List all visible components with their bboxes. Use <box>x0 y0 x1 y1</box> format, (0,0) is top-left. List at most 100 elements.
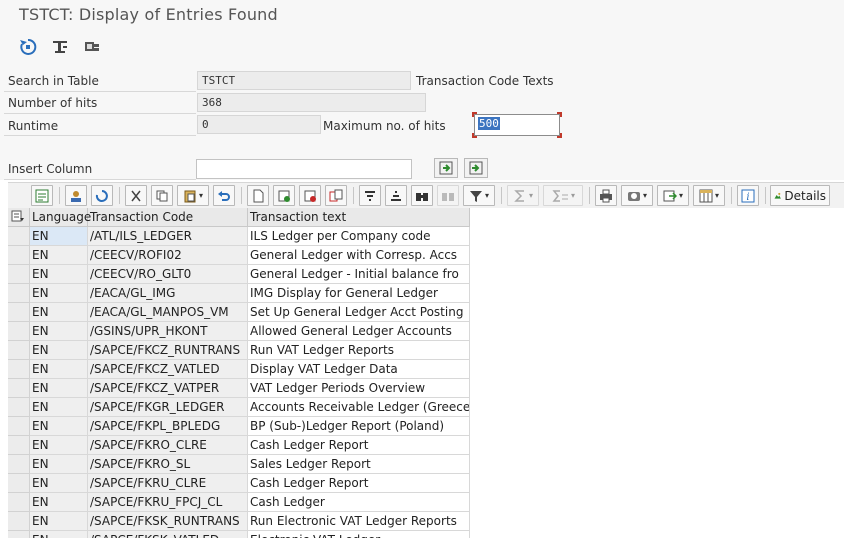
cell-transaction-code[interactable]: /SAPCE/FKCZ_RUNTRANS <box>88 341 248 360</box>
undo-icon[interactable] <box>213 185 235 206</box>
insert-row-icon[interactable] <box>273 185 295 206</box>
column-header-transaction-text[interactable]: Transaction text <box>248 208 470 227</box>
row-selector[interactable] <box>8 512 30 531</box>
cell-transaction-text[interactable]: BP (Sub-)Ledger Report (Poland) <box>248 417 470 436</box>
info-icon[interactable]: i <box>737 185 759 206</box>
cell-transaction-code[interactable]: /EACA/GL_IMG <box>88 284 248 303</box>
table-row[interactable]: EN/SAPCE/FKPL_BPLEDG BP (Sub-)Ledger Repo… <box>8 417 470 436</box>
table-row[interactable]: EN/SAPCE/FKCZ_VATPER VAT Ledger Periods O… <box>8 379 470 398</box>
cell-language[interactable]: EN <box>30 360 88 379</box>
cell-transaction-code[interactable]: /EACA/GL_MANPOS_VM <box>88 303 248 322</box>
select-all-icon[interactable] <box>31 185 53 206</box>
table-row[interactable]: EN/EACA/GL_MANPOS_VM Set Up General Ledge… <box>8 303 470 322</box>
table-row[interactable]: EN/SAPCE/FKSK_VATLEDElectronic VAT Ledge… <box>8 531 470 538</box>
cell-transaction-text[interactable]: Allowed General Ledger Accounts <box>248 322 470 341</box>
cell-transaction-code[interactable]: /SAPCE/FKRO_SL <box>88 455 248 474</box>
row-selector[interactable] <box>8 284 30 303</box>
row-selector[interactable] <box>8 360 30 379</box>
cell-transaction-text[interactable]: Run VAT Ledger Reports <box>248 341 470 360</box>
cell-transaction-code[interactable]: /CEECV/ROFI02 <box>88 246 248 265</box>
row-selector[interactable] <box>8 265 30 284</box>
cell-transaction-code[interactable]: /GSINS/UPR_HKONT <box>88 322 248 341</box>
column-header-language[interactable]: Language <box>30 208 91 227</box>
cell-language[interactable]: EN <box>30 227 88 246</box>
filter-settings-icon[interactable] <box>81 36 103 58</box>
row-selector[interactable] <box>8 227 30 246</box>
paste-icon[interactable] <box>177 185 209 206</box>
sum-icon[interactable] <box>507 185 539 206</box>
cell-transaction-text[interactable]: Set Up General Ledger Acct Posting <box>248 303 470 322</box>
cell-transaction-text[interactable]: General Ledger with Corresp. Accs <box>248 246 470 265</box>
refresh-icon[interactable] <box>17 36 39 58</box>
insert-column-input[interactable] <box>196 159 412 179</box>
cell-transaction-code[interactable]: /SAPCE/FKRU_CLRE <box>88 474 248 493</box>
row-selector[interactable] <box>8 474 30 493</box>
cell-transaction-code[interactable]: /SAPCE/FKGR_LEDGER <box>88 398 248 417</box>
subtotal-icon[interactable] <box>543 185 583 206</box>
cell-transaction-text[interactable]: General Ledger - Initial balance fro <box>248 265 470 284</box>
table-row[interactable]: EN/SAPCE/FKRU_CLRE Cash Ledger Report <box>8 474 470 493</box>
views-icon[interactable] <box>621 185 653 206</box>
cell-language[interactable]: EN <box>30 341 88 360</box>
cell-transaction-code[interactable]: /SAPCE/FKCZ_VATPER <box>88 379 248 398</box>
insert-column-after-button[interactable] <box>464 158 488 178</box>
print-icon[interactable] <box>595 185 617 206</box>
cell-language[interactable]: EN <box>30 512 88 531</box>
table-row[interactable]: EN/SAPCE/FKGR_LEDGER Accounts Receivable … <box>8 398 470 417</box>
cell-language[interactable]: EN <box>30 398 88 417</box>
user-icon[interactable] <box>65 185 87 206</box>
cell-transaction-text[interactable]: Cash Ledger <box>248 493 470 512</box>
new-row-icon[interactable] <box>247 185 269 206</box>
cell-transaction-text[interactable]: Cash Ledger Report <box>248 436 470 455</box>
row-selector[interactable] <box>8 398 30 417</box>
layout-icon[interactable] <box>693 185 725 206</box>
cell-transaction-text[interactable]: VAT Ledger Periods Overview <box>248 379 470 398</box>
cell-transaction-code[interactable]: /SAPCE/FKSK_VATLED <box>88 531 248 538</box>
cell-transaction-text[interactable]: Accounts Receivable Ledger (Greece) <box>248 398 470 417</box>
cell-language[interactable]: EN <box>30 379 88 398</box>
row-selector[interactable] <box>8 246 30 265</box>
cell-transaction-text[interactable]: Display VAT Ledger Data <box>248 360 470 379</box>
table-row[interactable]: EN/CEECV/ROFI02 General Ledger with Corre… <box>8 246 470 265</box>
cell-transaction-text[interactable]: Electronic VAT Ledger <box>248 531 470 538</box>
cut-icon[interactable] <box>125 185 147 206</box>
cell-language[interactable]: EN <box>30 322 88 341</box>
sort-descending-icon[interactable] <box>385 185 407 206</box>
details-button[interactable]: Details <box>770 185 830 206</box>
cell-language[interactable]: EN <box>30 474 88 493</box>
cell-transaction-code[interactable]: /SAPCE/FKPL_BPLEDG <box>88 417 248 436</box>
copy-row-icon[interactable] <box>325 185 347 206</box>
cell-transaction-text[interactable]: IMG Display for General Ledger <box>248 284 470 303</box>
table-row[interactable]: EN/SAPCE/FKCZ_RUNTRANS Run VAT Ledger Rep… <box>8 341 470 360</box>
row-selector[interactable] <box>8 436 30 455</box>
cell-language[interactable]: EN <box>30 531 88 538</box>
cell-language[interactable]: EN <box>30 303 88 322</box>
find-next-icon[interactable] <box>437 185 459 206</box>
cell-language[interactable]: EN <box>30 493 88 512</box>
cell-language[interactable]: EN <box>30 246 88 265</box>
row-selector[interactable] <box>8 417 30 436</box>
cell-language[interactable]: EN <box>30 284 88 303</box>
refresh-icon[interactable] <box>91 185 113 206</box>
row-selector[interactable] <box>8 341 30 360</box>
cell-language[interactable]: EN <box>30 265 88 284</box>
cell-language[interactable]: EN <box>30 417 88 436</box>
sort-ascending-icon[interactable] <box>359 185 381 206</box>
table-row[interactable]: EN/SAPCE/FKRO_CLRE Cash Ledger Report <box>8 436 470 455</box>
selection-options-icon[interactable] <box>49 36 71 58</box>
max-hits-input[interactable]: 500 <box>474 114 560 136</box>
cell-transaction-code[interactable]: /ATL/ILS_LEDGER <box>88 227 248 246</box>
row-selector[interactable] <box>8 455 30 474</box>
cell-transaction-code[interactable]: /SAPCE/FKRU_FPCJ_CL <box>88 493 248 512</box>
row-selector[interactable] <box>8 379 30 398</box>
export-icon[interactable] <box>657 185 689 206</box>
cell-transaction-code[interactable]: /SAPCE/FKRO_CLRE <box>88 436 248 455</box>
table-row[interactable]: EN/SAPCE/FKSK_RUNTRANS Run Electronic VAT… <box>8 512 470 531</box>
cell-transaction-code[interactable]: /SAPCE/FKCZ_VATLED <box>88 360 248 379</box>
copy-icon[interactable] <box>151 185 173 206</box>
row-selector[interactable] <box>8 493 30 512</box>
table-row[interactable]: EN/SAPCE/FKRU_FPCJ_CL Cash Ledger <box>8 493 470 512</box>
table-row[interactable]: EN/GSINS/UPR_HKONT Allowed General Ledger… <box>8 322 470 341</box>
cell-transaction-text[interactable]: Run Electronic VAT Ledger Reports <box>248 512 470 531</box>
filter-icon[interactable] <box>463 185 495 206</box>
